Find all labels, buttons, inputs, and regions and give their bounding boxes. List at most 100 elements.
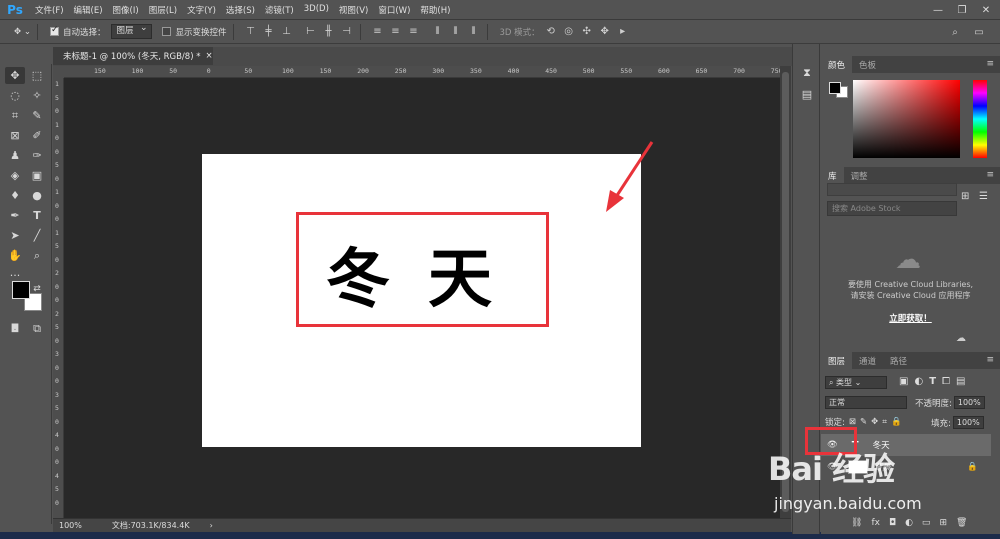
align-bottom-icon[interactable]: ⊥ xyxy=(280,25,294,39)
lock-artboard-icon[interactable]: ⌗ xyxy=(882,417,887,427)
library-dropdown[interactable] xyxy=(827,183,957,196)
status-menu-arrow[interactable]: › xyxy=(210,521,213,530)
foreground-color-swatch[interactable] xyxy=(12,281,30,299)
hue-slider[interactable] xyxy=(973,80,987,158)
panel-menu-icon[interactable]: ≡ xyxy=(986,355,994,365)
fill-input[interactable]: 100% xyxy=(952,416,984,429)
opacity-input[interactable]: 100% xyxy=(953,396,985,409)
move-tool-preset[interactable]: ✥ ⌄ xyxy=(14,27,31,37)
align-hcenter-icon[interactable]: ╫ xyxy=(322,25,336,39)
zoom-tool-icon[interactable]: ⌕ xyxy=(27,247,47,264)
document-tab[interactable]: 未标题-1 @ 100% (冬天, RGB/8) * × xyxy=(53,47,213,65)
3d-slide-icon[interactable]: ✥ xyxy=(598,25,612,39)
menu-item-3[interactable]: 图层(L) xyxy=(144,4,182,16)
tab-layers[interactable]: 图层 xyxy=(821,352,853,369)
adjustment-filter-icon[interactable]: ◐ xyxy=(914,376,923,387)
history-brush-icon[interactable]: ✑ xyxy=(27,147,47,164)
menu-item-0[interactable]: 文件(F) xyxy=(30,4,69,16)
3d-pan-icon[interactable]: ✣ xyxy=(580,25,594,39)
lock-image-icon[interactable]: ✎ xyxy=(860,417,867,427)
shape-filter-icon[interactable]: ⧠ xyxy=(942,376,950,387)
document-info[interactable]: 文档:703.1K/834.4K xyxy=(112,520,190,531)
distribute-hcenter-icon[interactable]: ⫴ xyxy=(449,25,463,39)
3d-roll-icon[interactable]: ◎ xyxy=(562,25,576,39)
group-icon[interactable]: ▭ xyxy=(922,518,931,528)
list-view-icon[interactable]: ☰ xyxy=(979,191,988,202)
path-selection-icon[interactable]: ➤ xyxy=(5,227,25,244)
tab-color[interactable]: 颜色 xyxy=(821,56,853,73)
blend-mode-dropdown[interactable]: 正常 xyxy=(825,396,907,409)
grid-view-icon[interactable]: ⊞ xyxy=(961,191,969,202)
tab-libraries[interactable]: 库 xyxy=(821,167,844,184)
align-left-icon[interactable]: ⊢ xyxy=(304,25,318,39)
brush-tool-icon[interactable]: ✐ xyxy=(27,127,47,144)
distribute-top-icon[interactable]: ≡ xyxy=(371,25,385,39)
marquee-tool-icon[interactable]: ⬚ xyxy=(27,67,47,84)
3d-scale-icon[interactable]: ▸ xyxy=(616,25,630,39)
minimize-button[interactable]: — xyxy=(927,0,949,20)
smart-object-filter-icon[interactable]: ▤ xyxy=(956,376,965,387)
auto-select-checkbox[interactable]: 自动选择： xyxy=(49,25,105,38)
search-icon[interactable]: ⌕ xyxy=(948,25,962,39)
eyedropper-icon[interactable]: ✎ xyxy=(27,107,47,124)
show-transform-checkbox[interactable]: 显示变换控件 xyxy=(162,26,227,38)
type-tool-icon[interactable]: T xyxy=(27,207,47,224)
zoom-level[interactable]: 100% xyxy=(59,521,82,530)
lock-all-icon[interactable]: 🔒 xyxy=(891,417,902,427)
tab-paths[interactable]: 路径 xyxy=(883,352,914,369)
clone-stamp-icon[interactable]: ♟ xyxy=(5,147,25,164)
auto-select-dropdown[interactable]: 图层 xyxy=(111,22,153,39)
menu-item-1[interactable]: 编辑(E) xyxy=(69,4,108,16)
screen-mode-icon[interactable]: ⧉ xyxy=(27,320,47,337)
tab-swatches[interactable]: 色板 xyxy=(852,56,883,73)
layer-filter-dropdown[interactable]: ⌕ 类型 ⌄ xyxy=(825,376,887,389)
distribute-bottom-icon[interactable]: ≡ xyxy=(407,25,421,39)
cloud-sync-icon[interactable]: ☁ xyxy=(956,333,966,344)
pen-tool-icon[interactable]: ✒ xyxy=(5,207,25,224)
add-mask-icon[interactable]: ◘ xyxy=(889,518,896,528)
tab-channels[interactable]: 通道 xyxy=(852,352,883,369)
blur-tool-icon[interactable]: ♦ xyxy=(5,187,25,204)
menu-item-5[interactable]: 选择(S) xyxy=(221,4,260,16)
distribute-vcenter-icon[interactable]: ≡ xyxy=(389,25,403,39)
tab-adjustments[interactable]: 调整 xyxy=(844,167,875,184)
history-panel-icon[interactable]: ⧗ xyxy=(797,64,817,81)
get-now-link[interactable]: 立即获取！ xyxy=(821,312,1000,324)
line-tool-icon[interactable]: ╱ xyxy=(27,227,47,244)
menu-item-8[interactable]: 视图(V) xyxy=(334,4,373,16)
crop-tool-icon[interactable]: ⌗ xyxy=(5,107,25,124)
lock-position-icon[interactable]: ✥ xyxy=(871,417,878,427)
hand-tool-icon[interactable]: ✋ xyxy=(5,247,25,264)
color-field[interactable] xyxy=(853,80,960,158)
distribute-right-icon[interactable]: ⫴ xyxy=(467,25,481,39)
panel-foreground-swatch[interactable] xyxy=(829,82,841,94)
distribute-left-icon[interactable]: ⫴ xyxy=(431,25,445,39)
gradient-tool-icon[interactable]: ▣ xyxy=(27,167,47,184)
menu-item-4[interactable]: 文字(Y) xyxy=(182,4,221,16)
healing-brush-icon[interactable]: ⊠ xyxy=(5,127,25,144)
menu-item-7[interactable]: 3D(D) xyxy=(299,4,334,16)
link-layers-icon[interactable]: ⛓ xyxy=(851,518,862,528)
new-layer-icon[interactable]: ⊞ xyxy=(939,518,947,528)
3d-rotate-icon[interactable]: ⟲ xyxy=(544,25,558,39)
menu-item-9[interactable]: 窗口(W) xyxy=(373,4,415,16)
lock-transparent-icon[interactable]: ⊠ xyxy=(849,417,856,427)
dodge-tool-icon[interactable]: ● xyxy=(27,187,47,204)
menu-item-6[interactable]: 滤镜(T) xyxy=(260,4,299,16)
stock-search-input[interactable]: 搜索 Adobe Stock xyxy=(827,201,957,216)
align-right-icon[interactable]: ⊣ xyxy=(340,25,354,39)
menu-item-2[interactable]: 图像(I) xyxy=(108,4,144,16)
blend-mode-select[interactable]: 正常 xyxy=(825,396,907,409)
workspace-icon[interactable]: ▭ xyxy=(972,25,986,39)
quick-mask-icon[interactable]: ◘ xyxy=(5,320,25,337)
restore-button[interactable]: ❐ xyxy=(951,0,973,20)
align-top-icon[interactable]: ⊤ xyxy=(244,25,258,39)
magic-wand-icon[interactable]: ✧ xyxy=(27,87,47,104)
lasso-tool-icon[interactable]: ◌ xyxy=(5,87,25,104)
close-tab-icon[interactable]: × xyxy=(205,51,212,61)
type-filter-icon[interactable]: T xyxy=(929,376,936,387)
properties-panel-icon[interactable]: ▤ xyxy=(797,86,817,103)
delete-layer-icon[interactable]: 🗑 xyxy=(956,518,967,528)
align-vcenter-icon[interactable]: ╪ xyxy=(262,25,276,39)
menu-item-10[interactable]: 帮助(H) xyxy=(415,4,455,16)
